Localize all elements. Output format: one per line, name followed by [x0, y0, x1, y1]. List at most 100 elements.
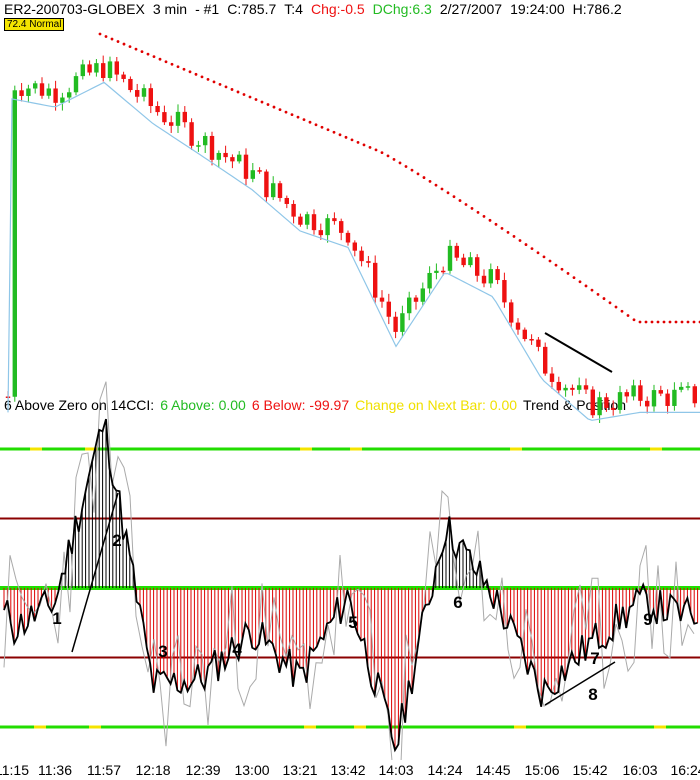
trailing-stop-dot [524, 243, 528, 246]
trailing-stop-dot [116, 40, 120, 43]
band-marker [34, 725, 46, 729]
candle-body [488, 269, 493, 284]
trailing-stop-dot [284, 110, 288, 114]
trailing-stop-dot [422, 176, 426, 179]
trailing-stop-dot [668, 320, 672, 324]
band-marker [654, 725, 666, 729]
time-tick-label: 16:24 [670, 762, 700, 778]
candle-body [33, 83, 38, 89]
candle-body [141, 88, 147, 97]
band-marker [89, 725, 101, 729]
trailing-stop-dot [578, 280, 582, 284]
candle-body [311, 214, 317, 231]
candle-body [250, 170, 255, 179]
candle-body [515, 322, 521, 330]
trailing-stop-dot [488, 218, 492, 222]
trailing-stop-dot [158, 57, 162, 61]
trailing-stop-dot [548, 259, 552, 263]
candle-body [94, 63, 99, 73]
candle-body [658, 390, 663, 394]
trailing-stop-dot [458, 199, 462, 202]
candle-body [509, 302, 514, 323]
candle-body [393, 316, 398, 332]
candle-body [196, 145, 201, 147]
trailing-stop-dot [380, 151, 384, 155]
trailing-stop-dot [224, 85, 228, 89]
trailing-stop-dot [182, 67, 186, 71]
band-marker [514, 725, 526, 729]
candle-body [597, 397, 602, 416]
candle-body [332, 218, 337, 222]
time-tick-label: 12:18 [135, 762, 171, 778]
candle-body [583, 385, 589, 390]
trailing-stop-dot [620, 309, 624, 313]
candle-body [223, 152, 228, 158]
trailing-stop-dot [350, 138, 354, 142]
candle-body [651, 390, 657, 407]
trailing-stop-dot [590, 288, 594, 292]
trailing-stop-dot [104, 35, 108, 38]
trailing-stop-dot [500, 226, 504, 230]
trailing-stop-dot [128, 45, 132, 48]
candle-body [447, 245, 453, 271]
candle-body [570, 387, 575, 390]
trailing-stop-dot [140, 50, 144, 54]
candle-body [189, 122, 194, 146]
candle-body [155, 106, 160, 113]
candle-body [379, 297, 385, 302]
candle-body [243, 154, 249, 179]
band-marker [354, 725, 366, 729]
trailing-stop-dot [440, 187, 444, 191]
trailing-stop-dot [260, 100, 264, 104]
trailing-stop-dot [278, 108, 282, 111]
candle-body [26, 88, 31, 96]
candle-body [230, 157, 235, 162]
candle-body [318, 230, 323, 236]
trailing-stop-dot [542, 255, 546, 259]
trailing-stop-dot [290, 113, 294, 117]
candle-body [46, 88, 51, 96]
trailing-stop-dot [320, 125, 324, 129]
trailing-stop-dot [344, 135, 348, 139]
candle-body [427, 272, 432, 289]
band-marker [350, 447, 362, 451]
candle-body [284, 197, 289, 204]
trailing-stop-dot [530, 247, 534, 251]
time-tick-label: 11:57 [87, 762, 121, 778]
trailing-stop-dot [134, 47, 138, 51]
time-tick-label: 13:00 [234, 762, 270, 778]
trailing-stop-dot [296, 115, 300, 119]
candle-body [101, 63, 106, 79]
candle-body [556, 381, 561, 391]
candle-body [563, 387, 568, 391]
trailing-stop-dot [392, 157, 396, 161]
trailing-stop-dot [338, 133, 342, 137]
time-tick-label: 15:06 [524, 762, 560, 778]
time-tick-label: 15:42 [572, 762, 608, 778]
candle-body [67, 92, 72, 98]
candle-body [209, 135, 215, 160]
candle-body [121, 74, 126, 79]
annotation-label: 2 [112, 531, 121, 550]
candle-body [352, 242, 357, 251]
time-tick-label: 14:24 [427, 762, 463, 778]
trailing-stop-dot [314, 123, 318, 127]
annotation-label: 1 [52, 609, 61, 628]
trailing-stop-dot [686, 320, 690, 324]
candle-body [128, 78, 133, 91]
trailing-stop-dot [566, 272, 570, 275]
candle-body [617, 392, 623, 410]
candle-body [114, 61, 119, 75]
candle-body [543, 346, 548, 374]
trailing-stop-dot [482, 214, 486, 218]
trailing-stop-dot [146, 52, 150, 56]
candle-body [638, 385, 643, 401]
trailing-stop-dot [632, 318, 636, 322]
trailing-stop-dot [398, 161, 402, 165]
candle-body [468, 257, 473, 266]
candle-body [665, 393, 670, 406]
trailing-stop-dot [662, 320, 666, 324]
trailing-stop-dot [608, 301, 612, 305]
candle-body [481, 275, 487, 284]
candle-body [604, 397, 609, 408]
